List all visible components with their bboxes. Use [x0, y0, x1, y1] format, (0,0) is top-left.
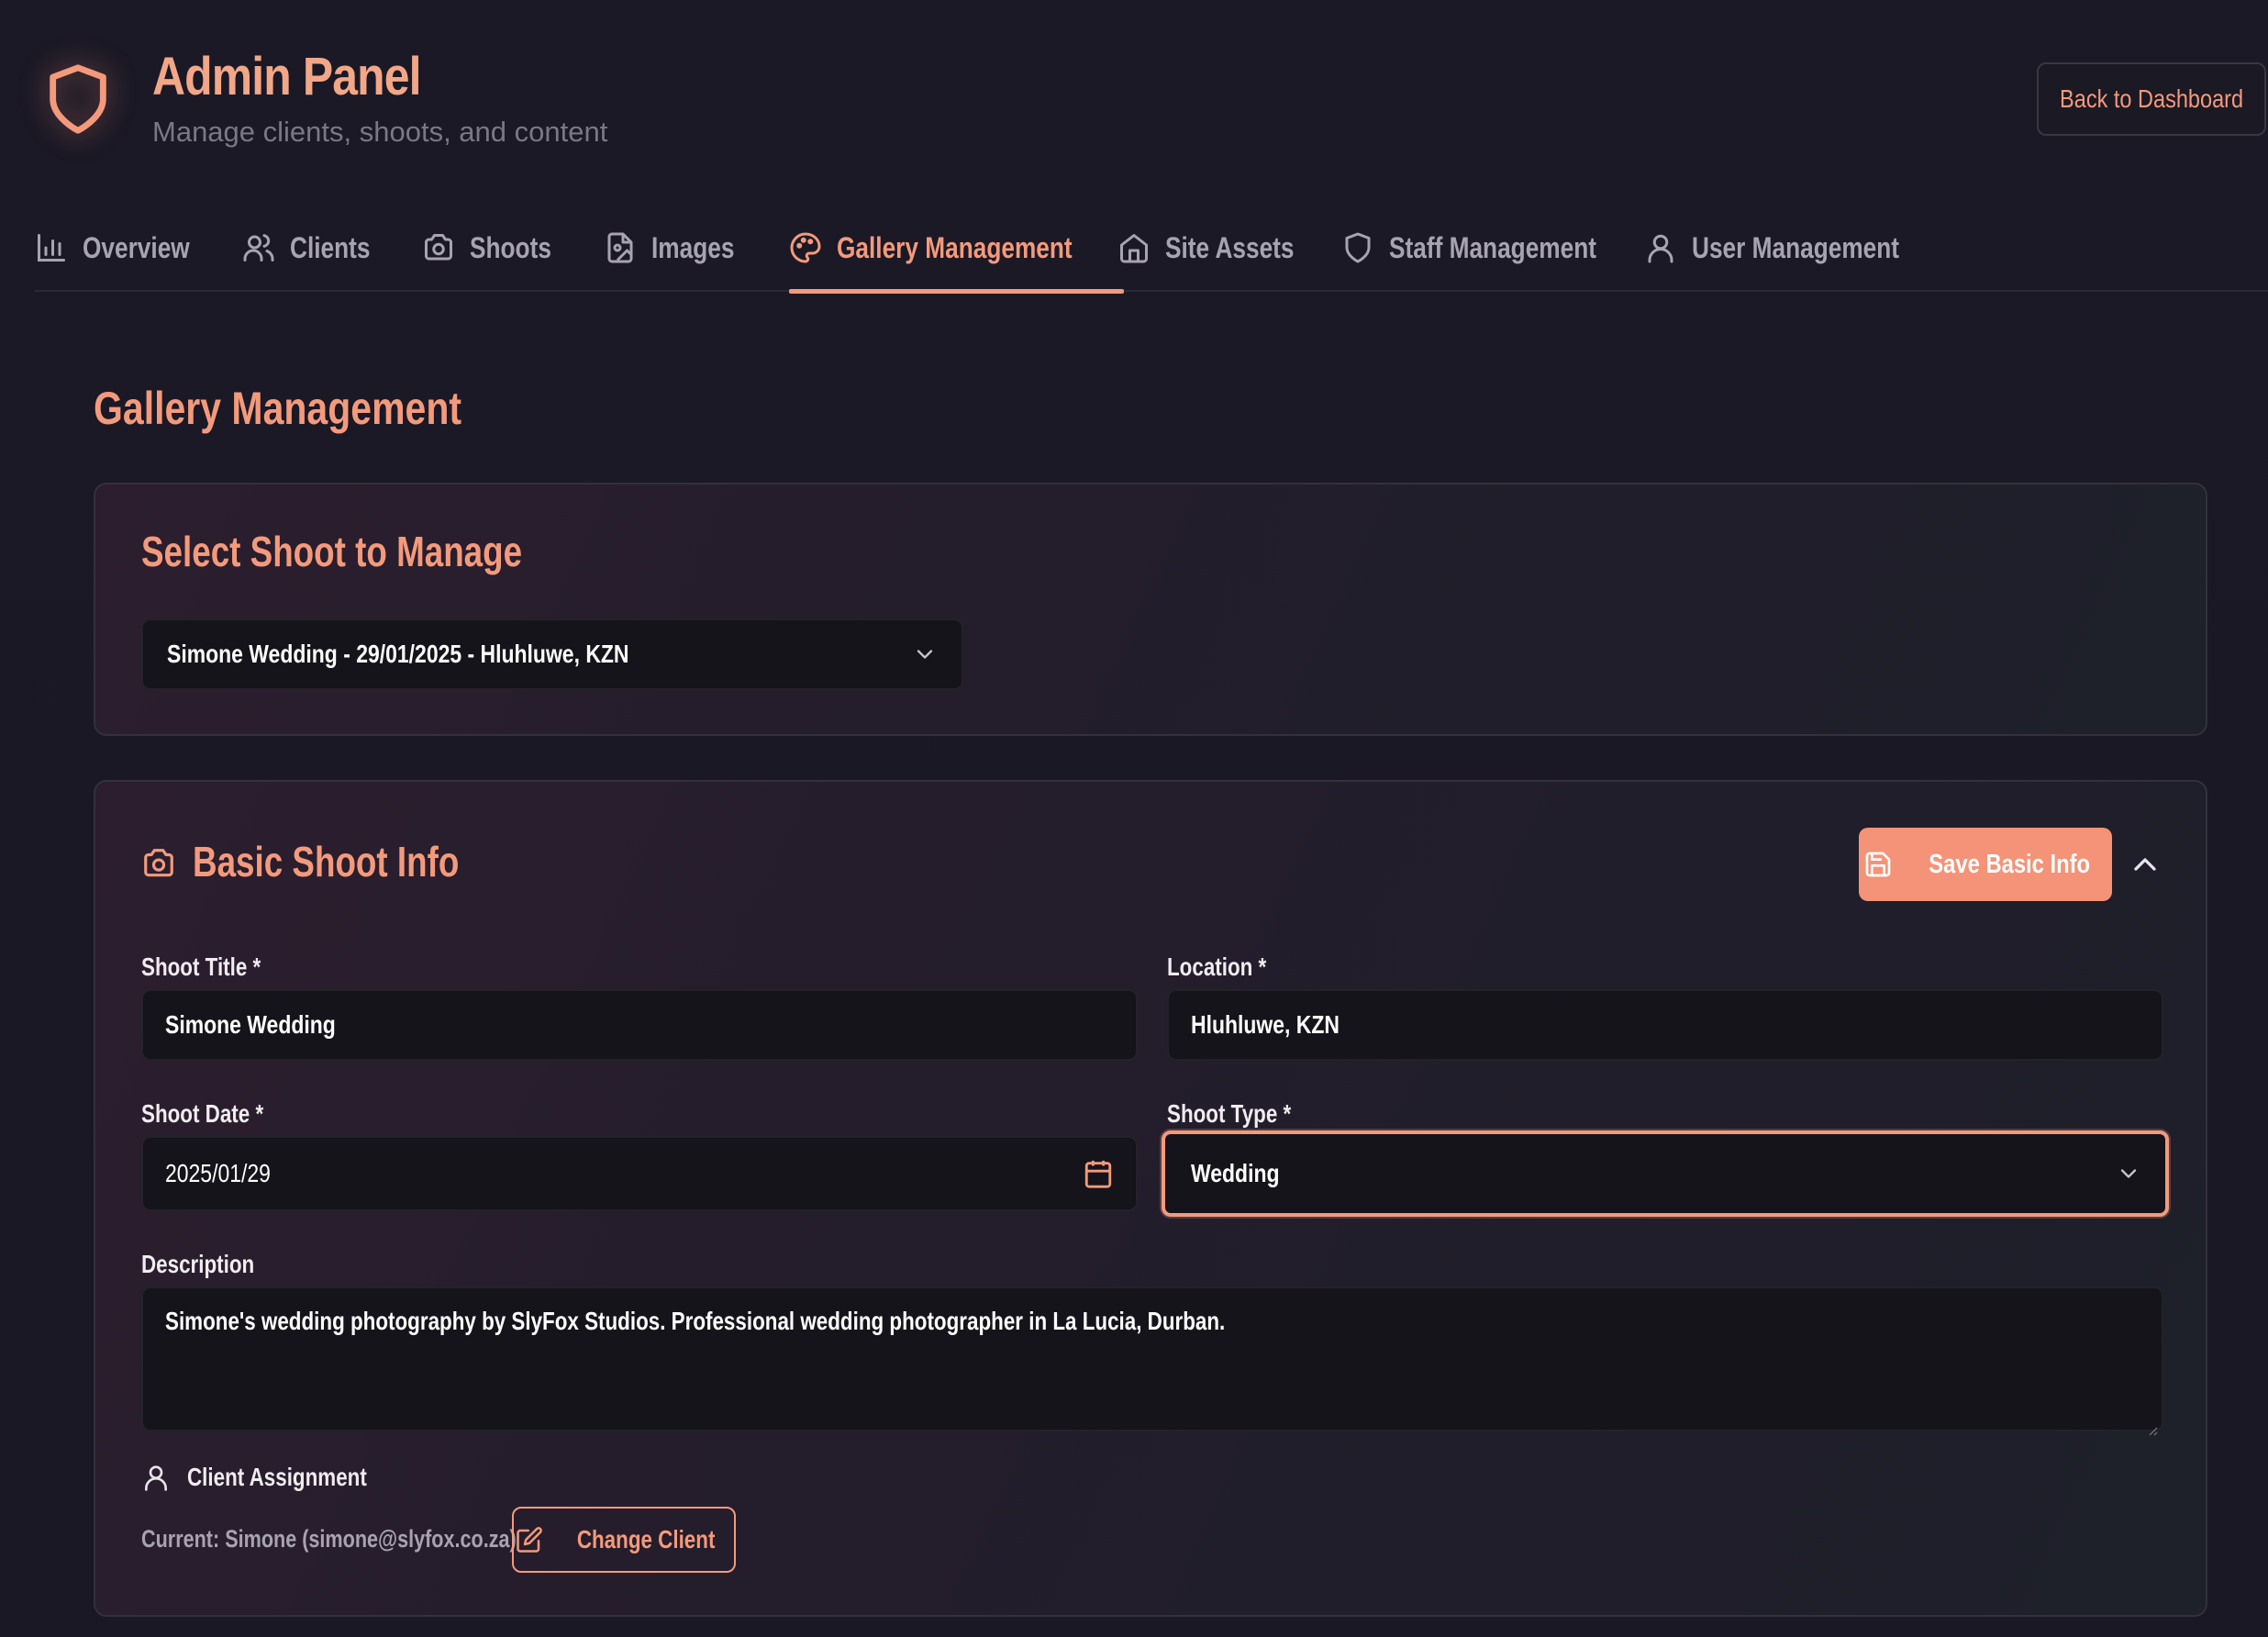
- location-input[interactable]: Hluhluwe, KZN: [1167, 989, 2163, 1061]
- basic-shoot-info-card: Basic Shoot Info Save Basic Info Shoot T…: [94, 780, 2207, 1617]
- shield-icon: [1341, 231, 1374, 264]
- image-file-icon: [604, 231, 637, 264]
- tab-staff-management[interactable]: Staff Management: [1341, 204, 1642, 292]
- resize-handle-icon[interactable]: [2145, 1413, 2158, 1436]
- description-label: Description: [141, 1250, 255, 1278]
- client-assignment: Client Assignment: [141, 1463, 412, 1492]
- chevron-down-icon: [912, 641, 938, 667]
- bar-chart-icon: [35, 231, 68, 264]
- camera-icon: [141, 846, 176, 881]
- shoot-title-value: Simone Wedding: [165, 1010, 336, 1039]
- home-icon: [1117, 231, 1151, 264]
- tab-shoots[interactable]: Shoots: [422, 204, 569, 292]
- app-title: Admin Panel: [152, 47, 422, 106]
- client-assignment-label: Client Assignment: [187, 1463, 367, 1491]
- chevron-up-icon[interactable]: [2127, 846, 2163, 883]
- shoot-select[interactable]: Simone Wedding - 29/01/2025 - Hluhluwe, …: [141, 618, 963, 690]
- current-client-text: Current: Simone (simone@slyfox.co.za): [141, 1525, 517, 1553]
- location-value: Hluhluwe, KZN: [1191, 1010, 1340, 1039]
- user-icon: [141, 1463, 171, 1492]
- shoot-date-label: Shoot Date *: [141, 1099, 264, 1128]
- shoot-select-value: Simone Wedding - 29/01/2025 - Hluhluwe, …: [167, 640, 629, 668]
- save-basic-info-label: Save Basic Info: [1929, 849, 2090, 879]
- description-textarea[interactable]: Simone's wedding photography by SlyFox S…: [141, 1286, 2163, 1436]
- select-shoot-card: Select Shoot to Manage Simone Wedding - …: [94, 483, 2207, 736]
- header: Admin Panel Manage clients, shoots, and …: [0, 0, 2268, 184]
- app-subtitle: Manage clients, shoots, and content: [152, 116, 608, 148]
- tab-clients-label: Clients: [290, 230, 371, 264]
- change-client-button[interactable]: Change Client: [512, 1507, 736, 1573]
- users-icon: [242, 231, 275, 264]
- user-icon: [1644, 231, 1677, 264]
- page-title: Gallery Management: [94, 383, 462, 434]
- admin-panel-page: Admin Panel Manage clients, shoots, and …: [0, 0, 2268, 1637]
- shoot-type-value: Wedding: [1191, 1159, 1280, 1187]
- tab-site-assets-label: Site Assets: [1165, 230, 1295, 264]
- shoot-title-label: Shoot Title *: [141, 952, 261, 981]
- chevron-down-icon: [2116, 1161, 2141, 1186]
- shoot-date-value: 2025/01/29: [165, 1159, 271, 1187]
- change-client-label: Change Client: [576, 1525, 716, 1553]
- tab-user-management[interactable]: User Management: [1644, 204, 1945, 292]
- tab-clients[interactable]: Clients: [242, 204, 388, 292]
- tab-gallery-management[interactable]: Gallery Management: [789, 204, 1124, 294]
- shoot-type-select[interactable]: Wedding: [1162, 1130, 2169, 1217]
- tab-site-assets[interactable]: Site Assets: [1117, 204, 1322, 292]
- shoot-date-input[interactable]: 2025/01/29: [141, 1136, 1138, 1211]
- save-basic-info-button[interactable]: Save Basic Info: [1859, 828, 2112, 901]
- tab-user-management-label: User Management: [1692, 230, 1900, 264]
- save-icon: [1863, 850, 1893, 879]
- tab-gallery-management-label: Gallery Management: [837, 230, 1073, 264]
- calendar-icon[interactable]: [1083, 1158, 1114, 1189]
- tab-images[interactable]: Images: [604, 204, 752, 292]
- palette-icon: [789, 231, 822, 264]
- edit-icon: [516, 1526, 543, 1553]
- tab-staff-management-label: Staff Management: [1389, 230, 1596, 264]
- basic-shoot-info-title: Basic Shoot Info: [193, 838, 460, 885]
- tab-overview-label: Overview: [83, 230, 190, 264]
- tab-shoots-label: Shoots: [470, 230, 551, 264]
- back-to-dashboard-label: Back to Dashboard: [2059, 84, 2244, 113]
- location-label: Location *: [1167, 952, 1267, 981]
- back-to-dashboard-button[interactable]: Back to Dashboard: [2037, 62, 2266, 136]
- description-value: Simone's wedding photography by SlyFox S…: [165, 1307, 1226, 1335]
- shield-icon: [40, 53, 116, 145]
- shoot-title-input[interactable]: Simone Wedding: [141, 989, 1138, 1061]
- select-shoot-title: Select Shoot to Manage: [141, 528, 523, 575]
- tab-overview[interactable]: Overview: [35, 204, 213, 292]
- shoot-type-label: Shoot Type *: [1167, 1099, 1292, 1128]
- tab-bar: Overview Clients Shoots Images Gallery M…: [35, 204, 2268, 294]
- camera-icon: [422, 231, 455, 264]
- tab-images-label: Images: [651, 230, 735, 264]
